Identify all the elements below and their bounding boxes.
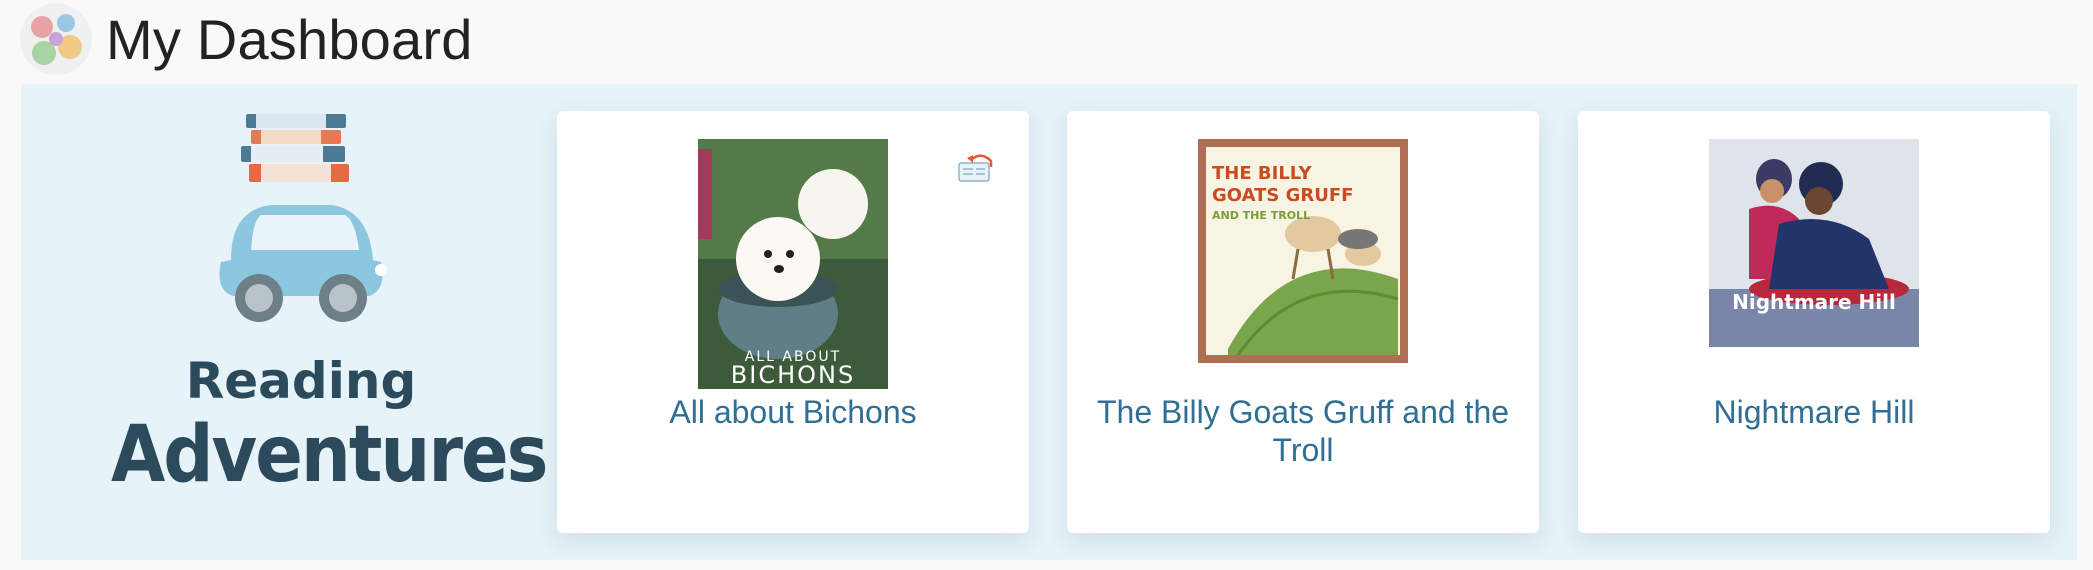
book-title[interactable]: The Billy Goats Gruff and the Troll: [1087, 393, 1519, 469]
dashboard-panel: Reading Adventures ALL ABOUT BICHONS All…: [21, 84, 2077, 560]
avatar[interactable]: [20, 3, 92, 75]
book-card[interactable]: THE BILLY GOATS GRUFF AND THE TROLL The …: [1067, 111, 1539, 533]
page-title: My Dashboard: [106, 7, 473, 71]
cover-text-bottom: BICHONS: [731, 361, 855, 389]
reading-adventures-logo: Reading Adventures: [111, 110, 548, 520]
book-title[interactable]: All about Bichons: [577, 393, 1009, 431]
cover-text-3: AND THE TROLL: [1212, 209, 1310, 222]
page-header: My Dashboard: [20, 0, 473, 78]
car-with-books-icon: [219, 114, 387, 322]
logo-word-reading: Reading: [185, 352, 417, 410]
book-card[interactable]: Nightmare Hill Nightmare Hill: [1578, 111, 2050, 533]
cover-text-2: GOATS GRUFF: [1212, 185, 1353, 206]
book-title[interactable]: Nightmare Hill: [1598, 393, 2030, 431]
book-cover[interactable]: Nightmare Hill: [1709, 139, 1919, 347]
read-along-icon[interactable]: [957, 151, 997, 185]
book-card[interactable]: ALL ABOUT BICHONS All about Bichons: [557, 111, 1029, 533]
cover-text-1: THE BILLY: [1212, 163, 1312, 184]
book-cover[interactable]: ALL ABOUT BICHONS: [698, 139, 888, 389]
logo-word-adventures: Adventures: [111, 410, 548, 500]
book-cover[interactable]: THE BILLY GOATS GRUFF AND THE TROLL: [1198, 139, 1408, 363]
cover-text: Nightmare Hill: [1732, 290, 1896, 314]
